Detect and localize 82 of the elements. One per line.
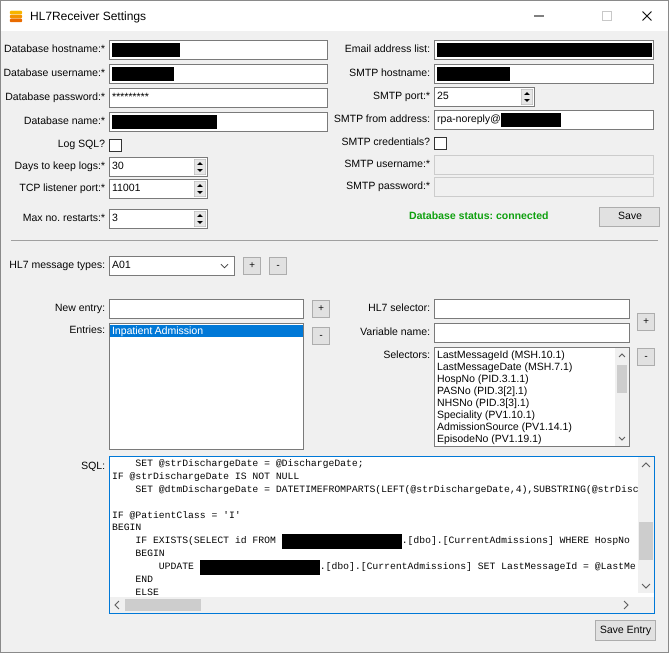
field-label: SMTP credentials?	[341, 135, 430, 150]
checkbox[interactable]	[109, 138, 122, 152]
field-label: SMTP hostname:	[349, 66, 430, 82]
spinner-arrows-icon[interactable]	[194, 211, 206, 227]
code-text: SET @strDischargeDate = @DischargeDate;	[134, 458, 364, 471]
dropdown[interactable]: A01	[109, 256, 235, 276]
app-icon	[9, 9, 23, 23]
spinner-arrows-icon[interactable]	[194, 159, 206, 175]
number-field[interactable]: 25	[434, 87, 535, 107]
text-field[interactable]	[109, 40, 328, 60]
code-text: .[dbo].[CurrentAdmissions] SET LastMessageId = @LastMe	[320, 561, 636, 574]
code-text: ELSE	[134, 586, 159, 597]
number-field[interactable]: 3	[109, 209, 208, 229]
list-item[interactable]: LastMessageDate (MSH.7.1)	[435, 361, 615, 373]
field-label: TCP listener port:*	[19, 181, 105, 196]
code-text: IF @strDischargeDate IS NOT NULL	[112, 470, 300, 484]
list-item[interactable]: Speciality (PV1.10.1)	[435, 409, 615, 421]
save-button[interactable]: Save	[599, 207, 660, 227]
text-field[interactable]	[109, 299, 304, 319]
text-field[interactable]	[109, 112, 328, 132]
number-field[interactable]: 11001	[109, 179, 208, 199]
code-text: UPDATE	[158, 561, 195, 574]
field-label: Days to keep logs:*	[14, 159, 105, 174]
field-value: *********	[112, 90, 149, 106]
window-title: HL7Receiver Settings	[30, 8, 146, 25]
checkbox[interactable]	[434, 136, 447, 150]
spinner-arrows-icon[interactable]	[194, 181, 206, 197]
text-field[interactable]: rpa-noreply@	[434, 110, 654, 130]
scrollbar[interactable]	[615, 348, 629, 446]
remove-button[interactable]: -	[637, 348, 655, 366]
add-button[interactable]: +	[637, 313, 655, 331]
field-label: Database name:*	[24, 114, 105, 130]
spinner-arrows-icon[interactable]	[521, 89, 533, 105]
number-field[interactable]: 30	[109, 157, 208, 177]
code-text: IF @PatientClass = 'I'	[112, 510, 241, 522]
field-label: SMTP port:*	[373, 89, 430, 104]
field-label: New entry:	[54, 301, 105, 316]
list-item[interactable]: AdmissionSource (PV1.14.1)	[435, 421, 615, 433]
field-label: Database username:*	[3, 66, 105, 82]
text-field[interactable]	[109, 64, 328, 84]
scrollbar[interactable]	[110, 597, 654, 613]
field-label: Database password:*	[5, 90, 105, 106]
field-label: SMTP username:*	[344, 157, 430, 172]
add-button[interactable]: +	[312, 300, 330, 318]
sql-editor[interactable]	[109, 456, 655, 614]
field-label: Email address list:	[344, 42, 430, 58]
text-field[interactable]: *********	[109, 88, 328, 108]
text-field[interactable]	[434, 323, 630, 343]
field-label: SMTP password:*	[346, 179, 430, 194]
text-field[interactable]	[434, 64, 654, 84]
scrollbar[interactable]	[638, 457, 654, 593]
field-label: Log SQL?	[58, 137, 105, 152]
field-label: Variable name:	[360, 325, 430, 340]
text-field[interactable]	[434, 299, 630, 319]
code-text: IF EXISTS(SELECT id FROM	[134, 535, 277, 548]
field-label: Max no. restarts:*	[22, 211, 105, 226]
add-button[interactable]: +	[243, 257, 261, 275]
list-item[interactable]: LastMessageId (MSH.10.1)	[435, 349, 615, 361]
chevron-down-icon[interactable]	[220, 263, 229, 269]
field-label: HL7 selector:	[368, 301, 430, 316]
code-text: END	[134, 574, 153, 587]
field-label: Database hostname:*	[4, 42, 105, 58]
field-label: Entries:	[69, 323, 105, 338]
list-item[interactable]: PASNo (PID.3[2].1)	[435, 385, 615, 397]
field-label: SMTP from address:	[334, 112, 430, 128]
list-item[interactable]: HospNo (PID.3.1.1)	[435, 373, 615, 385]
save-entry-button[interactable]: Save Entry	[595, 620, 656, 641]
code-text: BEGIN	[134, 548, 165, 562]
list-item[interactable]: NHSNo (PID.3[3].1)	[435, 397, 615, 409]
field-value: rpa-noreply@	[437, 112, 501, 128]
code-text: SET @dtmDischargeDate = DATETIMEFROMPARTS(LEFT(@strDischargeDate,4),SUBSTRING(@strDisc	[134, 484, 638, 497]
field-label: SQL:	[81, 459, 105, 474]
field-label: Selectors:	[383, 348, 430, 363]
remove-button[interactable]: -	[312, 327, 330, 345]
list-item[interactable]: Inpatient Admission	[110, 325, 303, 337]
list-item[interactable]: EpisodeNo (PV1.19.1)	[435, 433, 615, 445]
code-text: BEGIN	[112, 522, 142, 536]
field-label: HL7 message types:	[9, 258, 105, 274]
remove-button[interactable]: -	[269, 257, 287, 275]
code-text: .[dbo].[CurrentAdmissions] WHERE HospNo	[402, 535, 630, 548]
database-status: Database status: connected	[409, 209, 548, 224]
close-icon[interactable]	[642, 11, 652, 21]
